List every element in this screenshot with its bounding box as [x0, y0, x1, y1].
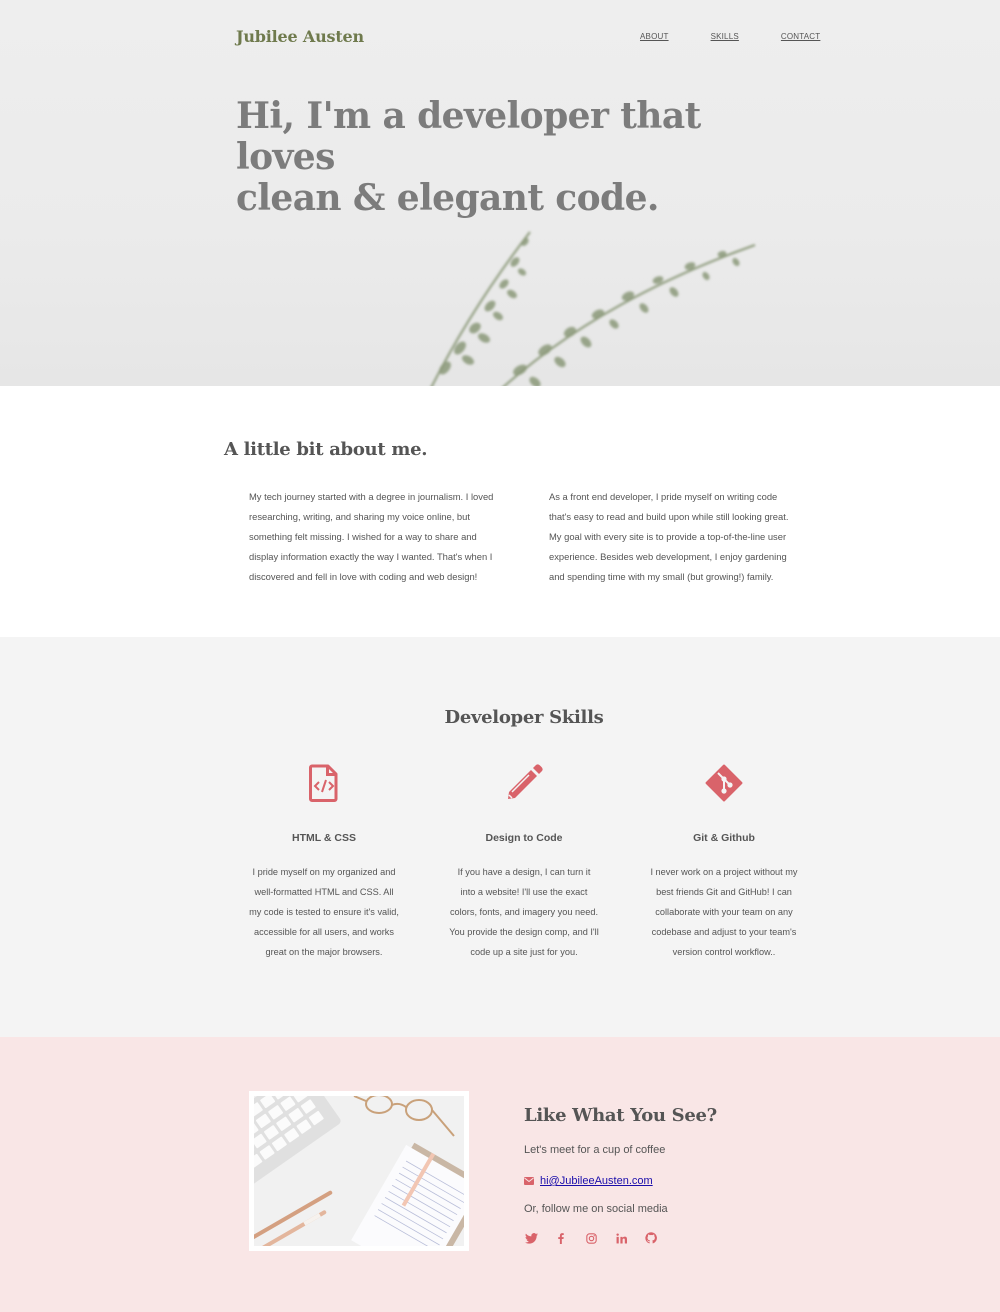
- hero-headline: Hi, I'm a developer that loves clean & e…: [236, 96, 796, 219]
- nav-about[interactable]: ABOUT: [640, 32, 669, 41]
- contact-title: Like What You See?: [524, 1105, 717, 1126]
- file-code-icon: [249, 762, 399, 804]
- skill-title: Git & Github: [693, 832, 755, 844]
- skill-card-design-to-code: Design to Code If you have a design, I c…: [449, 762, 599, 962]
- desk-photo-image: [249, 1091, 469, 1251]
- email-link[interactable]: hi@JubileeAusten.com: [540, 1175, 653, 1187]
- nav-contact[interactable]: CONTACT: [781, 32, 820, 41]
- contact-section: Like What You See? Let's meet for a cup …: [0, 1037, 1000, 1312]
- email-row: hi@JubileeAusten.com: [524, 1175, 653, 1187]
- skill-description: I pride myself on my organized and well-…: [249, 867, 399, 957]
- skill-title: HTML & CSS: [292, 832, 356, 844]
- about-paragraph-right: As a front end developer, I pride myself…: [549, 491, 789, 582]
- skill-title: Design to Code: [485, 832, 563, 844]
- hero-section: Jubilee Austen ABOUT SKILLS CONTACT Hi, …: [0, 0, 1000, 386]
- github-icon[interactable]: [644, 1231, 658, 1245]
- brand-logo[interactable]: Jubilee Austen: [236, 27, 364, 46]
- eucalyptus-branch-image: [430, 231, 756, 386]
- linkedin-icon[interactable]: [614, 1231, 628, 1245]
- envelope-icon: [524, 1177, 534, 1185]
- skill-card-html-css: HTML & CSS I pride myself on my organize…: [249, 762, 399, 962]
- skills-section: Developer Skills HTML & CSS I pride myse…: [0, 637, 1000, 1037]
- skill-description: I never work on a project without my bes…: [650, 867, 798, 957]
- social-links: [524, 1231, 658, 1245]
- main-nav: ABOUT SKILLS CONTACT: [640, 32, 820, 41]
- skills-title: Developer Skills: [444, 707, 604, 728]
- git-icon: [649, 762, 799, 804]
- hero-headline-line1: Hi, I'm a developer that loves: [236, 95, 701, 178]
- skill-card-git-github: Git & Github I never work on a project w…: [649, 762, 799, 962]
- nav-skills[interactable]: SKILLS: [711, 32, 739, 41]
- skill-description: If you have a design, I can turn it into…: [449, 867, 599, 957]
- about-section: A little bit about me. My tech journey s…: [0, 386, 1000, 637]
- social-prompt: Or, follow me on social media: [524, 1203, 668, 1215]
- about-paragraph-left: My tech journey started with a degree in…: [249, 491, 494, 582]
- twitter-icon[interactable]: [524, 1231, 538, 1245]
- facebook-icon[interactable]: [554, 1231, 568, 1245]
- contact-tagline: Let's meet for a cup of coffee: [524, 1144, 666, 1156]
- pencil-icon: [449, 762, 599, 804]
- instagram-icon[interactable]: [584, 1231, 598, 1245]
- about-title: A little bit about me.: [224, 439, 428, 460]
